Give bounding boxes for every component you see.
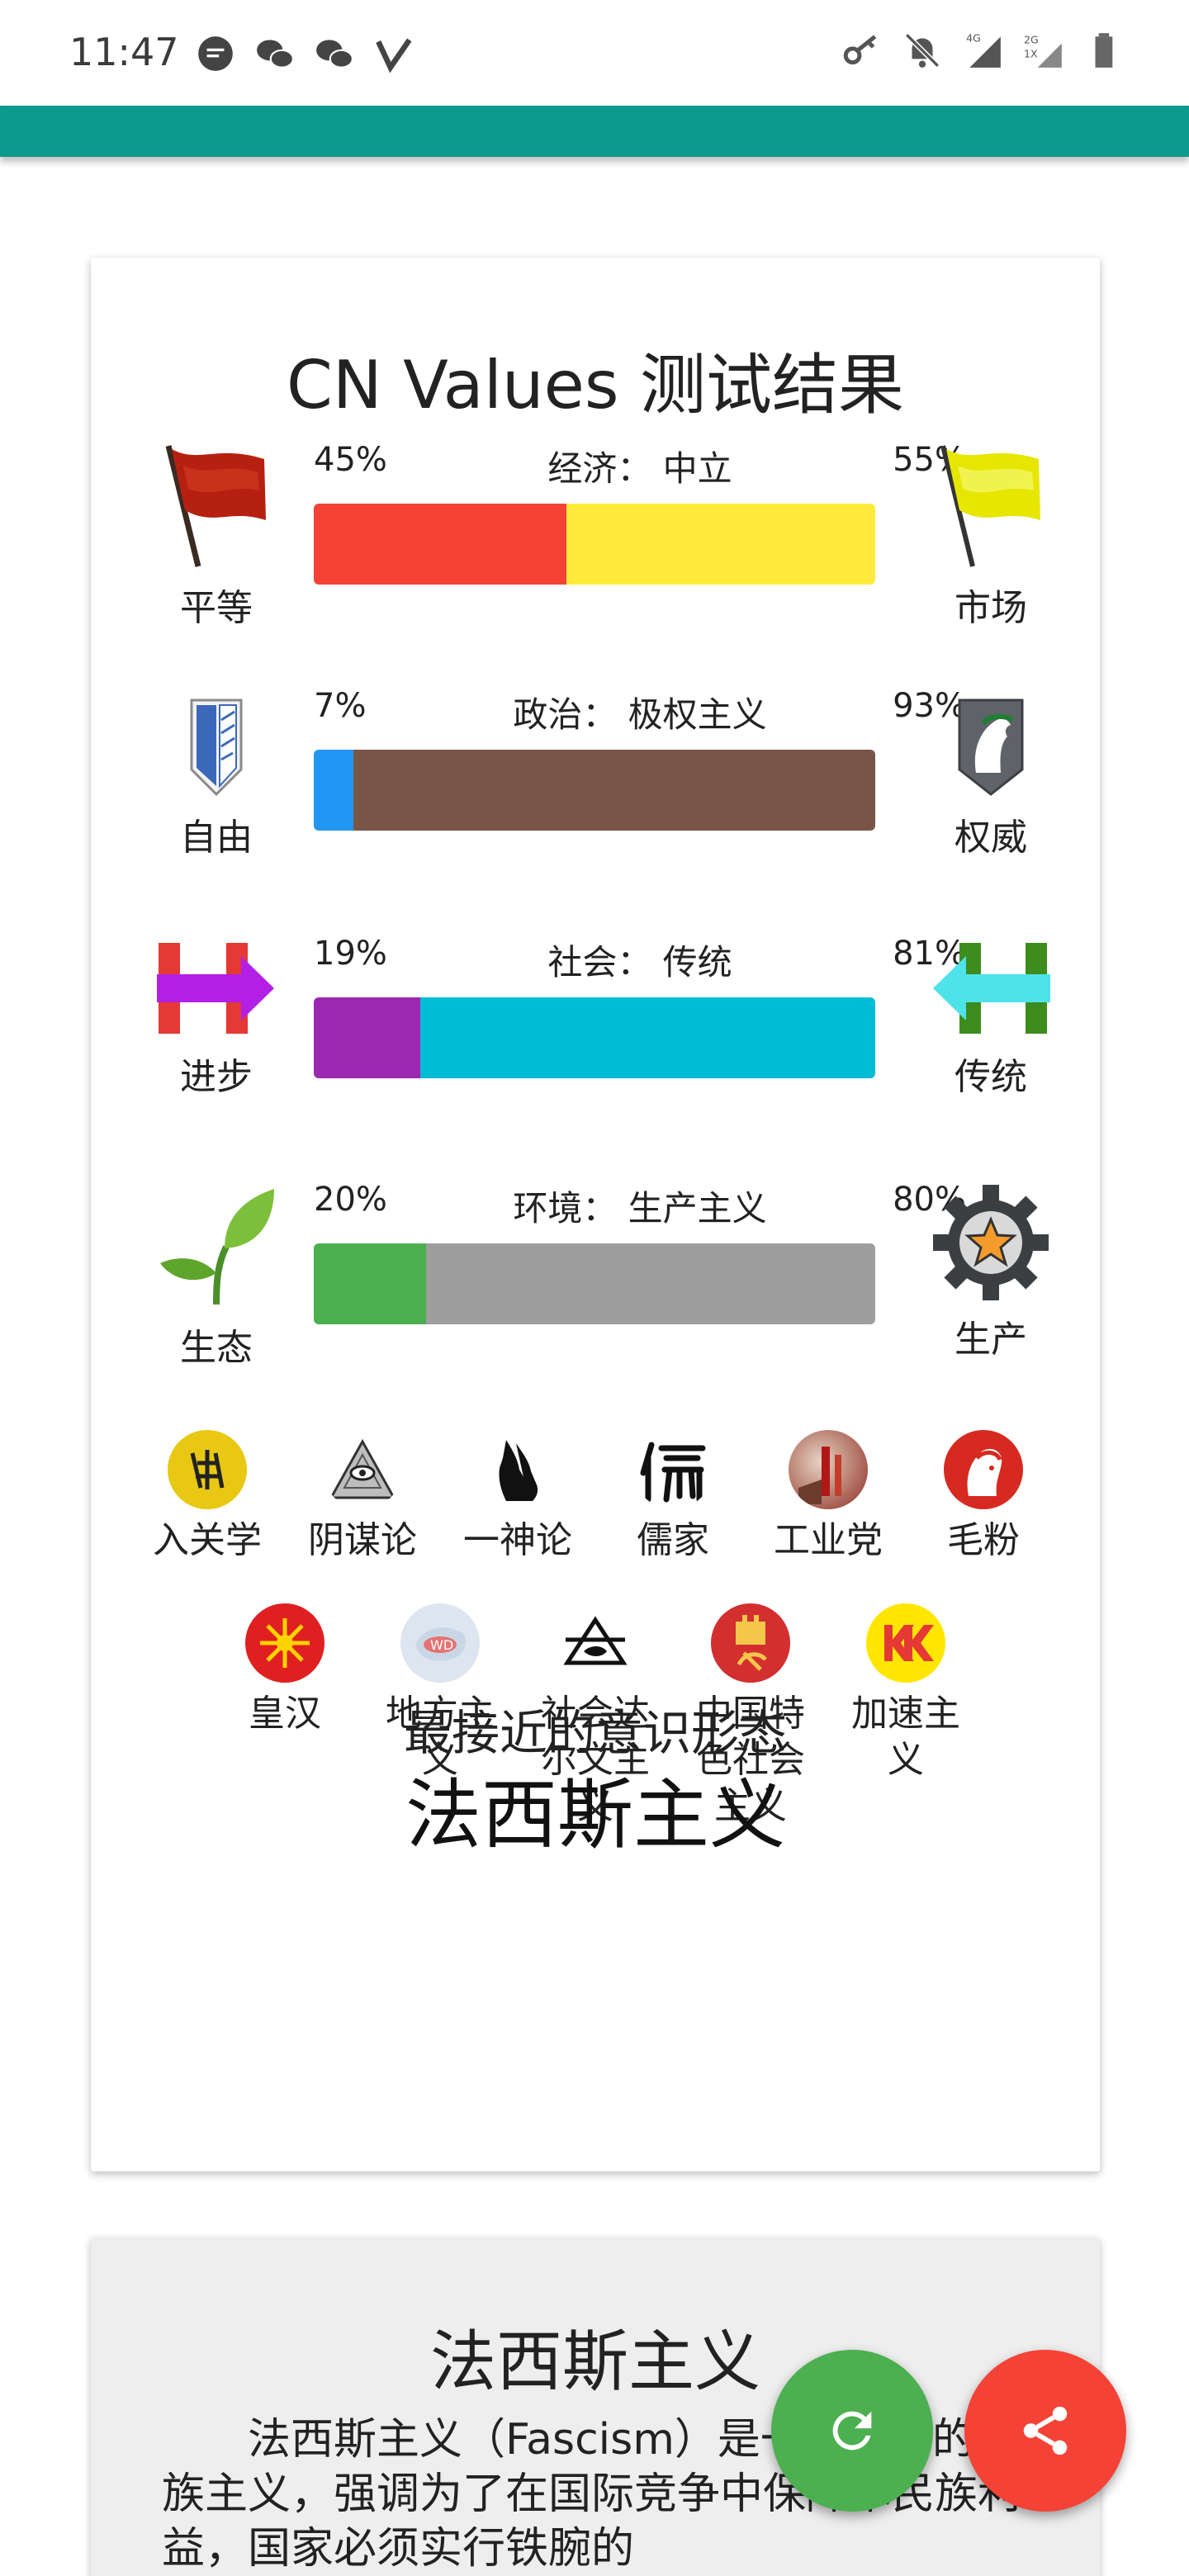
axis-bar xyxy=(314,750,875,831)
industry-painting-icon xyxy=(789,1430,868,1509)
red-sun-icon xyxy=(245,1603,324,1683)
eye-pyramid-icon xyxy=(323,1430,402,1509)
wings-emblem-icon xyxy=(190,698,243,797)
red-portrait-icon xyxy=(944,1430,1023,1509)
horse-emblem-icon xyxy=(958,698,1024,796)
tag-item[interactable]: 毛粉 xyxy=(906,1430,1061,1564)
axis-right-authority: 权威 xyxy=(908,687,1073,860)
axis-bar xyxy=(314,504,875,585)
axis-left-label: 进步 xyxy=(180,1056,253,1098)
axis-left-label: 自由 xyxy=(180,817,253,859)
bar-right-segment xyxy=(566,504,875,585)
axis-environment: 生态 20% 环境： 生产主义 80% 生产 xyxy=(91,1181,1100,1395)
tag-item[interactable]: 入关学 xyxy=(130,1430,285,1564)
refresh-button[interactable] xyxy=(771,2350,933,2512)
tag-item[interactable]: 阴谋论 xyxy=(285,1430,440,1564)
tags-row-1: 入关学 阴谋论 一神论 儒家 工业党 毛粉 xyxy=(91,1430,1100,1564)
axis-right-label: 传统 xyxy=(955,1056,1027,1098)
bar-left-segment xyxy=(314,504,566,585)
bar-left-segment xyxy=(314,750,353,831)
wechat-icon xyxy=(257,40,294,69)
ru-character-icon xyxy=(633,1430,713,1509)
svg-text:WD: WD xyxy=(430,1637,453,1653)
tag-item[interactable]: 工业党 xyxy=(751,1430,906,1564)
axis-right-market: 市场 xyxy=(908,441,1073,631)
v-check-icon xyxy=(376,38,412,73)
tag-name: 毛粉 xyxy=(947,1519,1020,1561)
axis-left-liberty: 自由 xyxy=(134,687,299,860)
kk-logo-icon xyxy=(866,1603,945,1683)
svg-text:4G: 4G xyxy=(966,32,981,45)
share-icon xyxy=(1023,2406,1068,2455)
right-arrow-h-icon xyxy=(157,943,274,1034)
axis-left-label: 生态 xyxy=(180,1327,253,1369)
closest-ideology-value: 法西斯主义 xyxy=(405,1771,785,1859)
refresh-icon xyxy=(832,2411,872,2451)
axis-right-label: 市场 xyxy=(955,587,1027,629)
share-button[interactable] xyxy=(964,2350,1126,2512)
hammer-sickle-icon xyxy=(711,1603,790,1683)
axis-bar xyxy=(314,997,875,1078)
axis-bar xyxy=(314,1243,875,1324)
tag-name: 阴谋论 xyxy=(308,1519,417,1561)
fish-triangle-icon xyxy=(556,1603,635,1683)
bar-right-segment xyxy=(426,1243,875,1324)
pale-map-icon: WD xyxy=(400,1603,480,1683)
ideology-description-card: 法西斯主义 法西斯主义（Fascism）是一种极端的民族主义，强调为了在国际竞争… xyxy=(91,2237,1100,2576)
tag-item[interactable]: 一神论 xyxy=(440,1430,595,1564)
praying-hands-icon xyxy=(478,1430,557,1509)
battery-icon xyxy=(1095,33,1113,68)
bar-right-segment xyxy=(353,750,875,831)
yellow-seal-icon xyxy=(168,1430,247,1509)
svg-text:2G: 2G xyxy=(1024,34,1039,46)
signal-4g-icon: 4G xyxy=(966,32,1001,68)
wechat-icon-2 xyxy=(316,40,353,69)
tag-name: 入关学 xyxy=(153,1519,262,1561)
description-title: 法西斯主义 xyxy=(430,2323,760,2400)
axis-right-label: 权威 xyxy=(955,817,1027,859)
sprout-icon xyxy=(160,1189,274,1305)
result-title: CN Values 测试结果 xyxy=(287,347,904,424)
tag-item[interactable]: 儒家 xyxy=(595,1430,751,1564)
bar-left-segment xyxy=(314,997,421,1078)
axis-economy: 平等 45% 经济： 中立 55% 市场 xyxy=(91,441,1100,656)
message-icon xyxy=(198,36,233,71)
axis-right-tradition: 传统 xyxy=(908,935,1073,1100)
axis-left-label: 平等 xyxy=(180,587,253,629)
bar-right-segment xyxy=(420,997,875,1078)
mute-bell-icon xyxy=(905,33,940,68)
axis-right-production: 生产 xyxy=(908,1181,1073,1362)
red-flag-icon xyxy=(165,445,266,567)
axis-left-progress: 进步 xyxy=(134,935,299,1100)
left-arrow-h-icon xyxy=(933,943,1050,1034)
result-card: CN Values 测试结果 平等 45% 经济： 中立 55% 市场 自由 7… xyxy=(91,258,1100,2171)
tag-name: 儒家 xyxy=(637,1519,709,1561)
key-icon xyxy=(843,35,877,65)
app-bar xyxy=(0,106,1189,157)
bar-left-segment xyxy=(314,1243,426,1324)
tag-name: 一神论 xyxy=(463,1519,572,1561)
axis-society: 进步 19% 社会： 传统 81% 传统 xyxy=(91,935,1100,1149)
status-bar: 11:47 4G 2G 1X xyxy=(0,0,1189,106)
axis-left-ecology: 生态 xyxy=(134,1181,299,1371)
axis-politics: 自由 7% 政治： 极权主义 93% 权威 xyxy=(91,687,1100,902)
signal-2g-icon: 2G1X xyxy=(1024,34,1062,68)
tag-name: 工业党 xyxy=(774,1519,883,1561)
status-time: 11:47 xyxy=(69,30,179,74)
axis-right-label: 生产 xyxy=(955,1319,1027,1361)
axis-left-equality: 平等 xyxy=(134,441,299,631)
svg-text:1X: 1X xyxy=(1024,47,1038,59)
yellow-flag-icon xyxy=(940,445,1040,567)
gear-star-icon xyxy=(933,1185,1049,1300)
